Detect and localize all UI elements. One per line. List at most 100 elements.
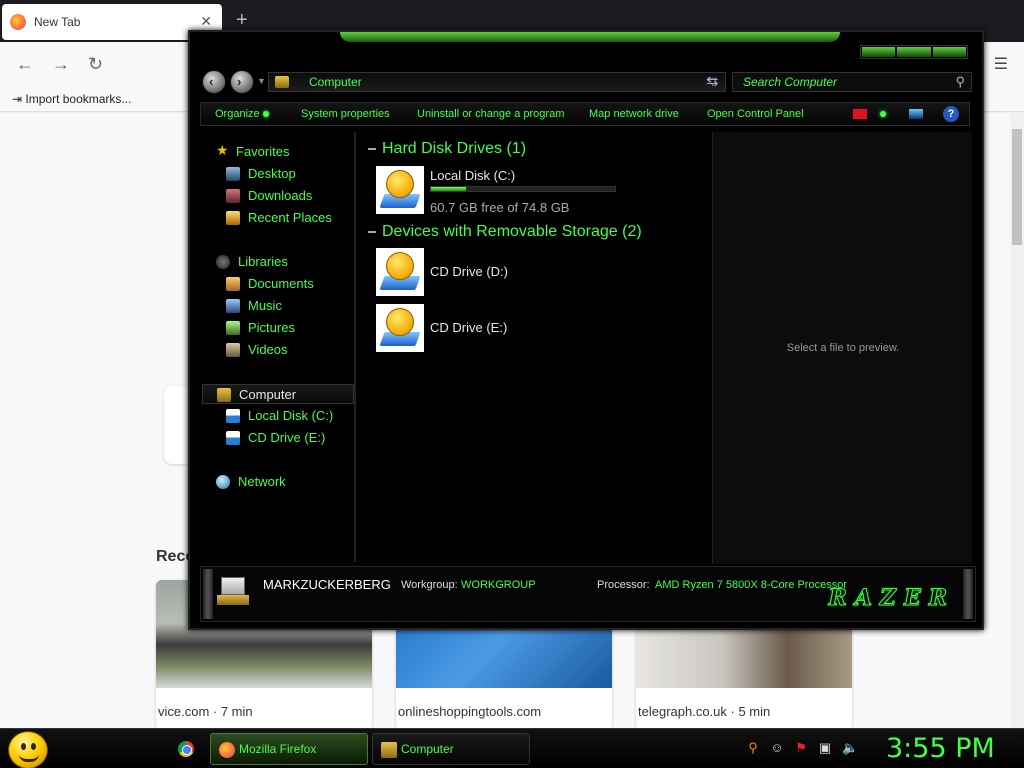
navigation-pane: ★ Favorites Desktop Downloads Recent Pla… <box>200 132 356 562</box>
nav-label: Recent Places <box>248 210 332 225</box>
taskbar-clock[interactable]: 3:55 PM <box>886 733 995 764</box>
forward-arrow-icon: › <box>237 74 242 89</box>
details-pane: MARKZUCKERBERG Workgroup: WORKGROUP Proc… <box>200 566 976 622</box>
pictures-icon <box>226 321 240 335</box>
close-tab-icon[interactable]: ✕ <box>200 13 212 30</box>
computer-name: MARKZUCKERBERG <box>263 577 391 592</box>
hamburger-menu-icon[interactable]: ☰ <box>994 54 1008 74</box>
new-tab-plus-icon[interactable]: + <box>236 10 248 30</box>
view-options-dot-icon[interactable] <box>877 108 886 120</box>
nav-label: Libraries <box>238 254 288 269</box>
refresh-icon[interactable]: ⇆ <box>706 72 719 90</box>
workgroup-label: Workgroup: <box>401 579 458 591</box>
drive-usage-bar <box>430 186 616 192</box>
nav-label: Pictures <box>248 320 295 335</box>
music-icon <box>226 299 240 313</box>
nav-computer[interactable]: Computer <box>202 384 354 404</box>
scrollbar-thumb[interactable] <box>1012 129 1022 245</box>
taskbar: Mozilla Firefox Computer ⚲ ☺ ⚑ ▣ 🔈 3:55 … <box>0 728 1024 768</box>
drive-local-disk-c[interactable]: Local Disk (C:) 60.7 GB free of 74.8 GB <box>376 166 706 216</box>
chrome-icon[interactable] <box>178 741 194 757</box>
nav-label: Computer <box>239 387 297 402</box>
taskbar-button-computer[interactable]: Computer <box>372 733 530 765</box>
drive-cd-d[interactable]: CD Drive (D:) <box>376 248 706 298</box>
forward-arrow-icon[interactable]: → <box>52 54 70 75</box>
computer-icon <box>217 577 249 607</box>
card-caption: telegraph.co.uk · 5 min <box>638 704 771 719</box>
nav-label: Network <box>238 474 286 489</box>
organize-button[interactable]: Organize <box>215 108 269 120</box>
network-tray-icon[interactable]: ▣ <box>818 741 832 755</box>
computer-icon <box>381 742 397 758</box>
back-arrow-icon[interactable]: ← <box>16 54 34 75</box>
drive-name: CD Drive (E:) <box>430 320 508 335</box>
drive-cd-e[interactable]: CD Drive (E:) <box>376 304 706 354</box>
card-caption: onlineshoppingtools.com <box>398 704 542 719</box>
processor-value: AMD Ryzen 7 5800X 8-Core Processor <box>655 579 847 591</box>
open-control-panel-button[interactable]: Open Control Panel <box>707 108 804 120</box>
map-network-drive-button[interactable]: Map network drive <box>589 108 679 120</box>
content-pane: Hard Disk Drives (1) Local Disk (C:) 60.… <box>362 132 712 562</box>
system-properties-button[interactable]: System properties <box>301 108 390 120</box>
nav-label: CD Drive (E:) <box>248 430 326 445</box>
maximize-button[interactable] <box>897 47 931 57</box>
import-bookmarks-link[interactable]: ⇥ Import bookmarks... <box>12 92 131 106</box>
drive-name: CD Drive (D:) <box>430 264 508 279</box>
computer-icon <box>275 76 289 88</box>
smiley-tray-icon[interactable]: ☺ <box>770 741 784 755</box>
details-edge-left <box>203 569 213 619</box>
preview-pane: Select a file to preview. <box>712 132 972 564</box>
navigation-row: ‹ › ▼ Computer ▽ ⇆ Search Computer ⚲ <box>200 70 976 96</box>
action-center-flag-icon[interactable]: ⚑ <box>794 741 808 755</box>
uninstall-program-button[interactable]: Uninstall or change a program <box>417 108 564 120</box>
nav-label: Documents <box>248 276 314 291</box>
nav-label: Favorites <box>236 144 290 159</box>
change-view-icon[interactable] <box>853 109 867 119</box>
recent-places-icon <box>226 211 240 225</box>
nav-label: Videos <box>248 342 288 357</box>
forward-button[interactable]: › <box>230 70 254 94</box>
command-bar: Organize System properties Uninstall or … <box>200 102 970 126</box>
taskbar-button-firefox[interactable]: Mozilla Firefox <box>210 733 368 765</box>
network-icon <box>216 475 230 489</box>
cd-drive-icon <box>226 431 240 445</box>
reload-icon[interactable]: ↻ <box>88 54 103 75</box>
search-tray-icon[interactable]: ⚲ <box>746 741 760 755</box>
search-icon[interactable]: ⚲ <box>955 74 965 90</box>
nav-label: Local Disk (C:) <box>248 408 334 423</box>
window-top-accent <box>340 32 840 42</box>
group-header-hard-disks[interactable]: Hard Disk Drives (1) <box>368 140 526 158</box>
volume-icon[interactable]: 🔈 <box>842 741 858 755</box>
group-header-removable[interactable]: Devices with Removable Storage (2) <box>368 223 642 241</box>
search-input[interactable]: Search Computer ⚲ <box>732 72 972 92</box>
card-caption: vice.com · 7 min <box>158 704 253 719</box>
preview-pane-icon[interactable] <box>909 109 923 119</box>
preview-placeholder: Select a file to preview. <box>786 342 900 354</box>
libraries-icon <box>216 255 230 269</box>
taskbar-label: Computer <box>401 742 454 756</box>
processor-label: Processor: <box>597 579 650 591</box>
dropdown-dot-icon <box>262 111 269 118</box>
documents-icon <box>226 277 240 291</box>
star-icon: ★ <box>216 142 229 158</box>
back-button[interactable]: ‹ <box>202 70 226 94</box>
drive-free-space: 60.7 GB free of 74.8 GB <box>430 200 570 215</box>
address-bar[interactable]: Computer ▽ <box>268 72 726 92</box>
window-caption-buttons <box>860 45 968 59</box>
import-bookmarks-label: Import bookmarks... <box>25 92 132 106</box>
close-button[interactable] <box>932 47 966 57</box>
drive-name: Local Disk (C:) <box>430 168 516 183</box>
recent-pages-chevron-icon[interactable]: ▼ <box>257 76 266 86</box>
tab-title: New Tab <box>34 15 81 29</box>
back-arrow-icon: ‹ <box>209 74 214 89</box>
help-icon[interactable]: ? <box>943 106 959 122</box>
organize-label: Organize <box>215 108 260 120</box>
computer-explorer-window: ‹ › ▼ Computer ▽ ⇆ Search Computer ⚲ Org… <box>188 30 984 630</box>
workgroup-value: WORKGROUP <box>461 579 536 591</box>
page-scrollbar[interactable] <box>1010 113 1024 728</box>
dropdown-dot-icon <box>880 111 886 118</box>
nav-label: Downloads <box>248 188 313 203</box>
start-button-smiley-icon[interactable] <box>8 731 48 768</box>
local-disk-icon <box>226 409 240 423</box>
minimize-button[interactable] <box>862 47 896 57</box>
